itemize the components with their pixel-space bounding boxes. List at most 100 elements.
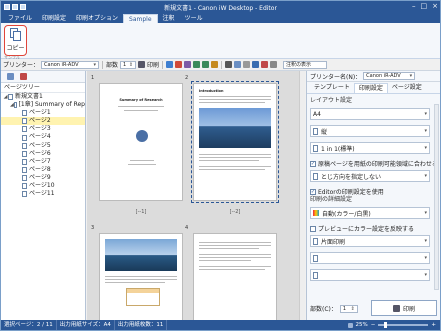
annotation-view-button[interactable]: 注釈の表示 — [283, 60, 328, 69]
tree-item-label: ページ3 — [29, 125, 51, 133]
layout-icon[interactable] — [261, 61, 269, 68]
copy-button[interactable]: コピー — [4, 25, 27, 56]
quick-save-icon[interactable] — [4, 4, 10, 10]
page-thumbnail-2[interactable]: Introduction — [191, 81, 279, 203]
maximize-button[interactable]: □ — [421, 2, 428, 10]
vertical-scrollbar[interactable] — [299, 71, 305, 320]
ribbon-tab[interactable]: 印刷オプション — [71, 14, 123, 23]
ribbon-tab[interactable]: 注釈 — [158, 14, 180, 23]
ribbon-tab[interactable]: ファイル — [3, 14, 38, 23]
page-caption: [--1] — [135, 209, 147, 215]
tree-item[interactable]: ページ2 — [1, 117, 85, 126]
copies-input[interactable]: 1 ⇕ — [339, 304, 358, 313]
rotate-icon[interactable] — [184, 61, 192, 68]
printer-select[interactable]: Canon iR-ADV ▾ — [41, 60, 100, 69]
paper-size-value: A4 — [313, 110, 321, 118]
finishing-select[interactable]: ▾ — [310, 269, 430, 281]
print-button[interactable]: 印刷 — [371, 300, 437, 316]
tree-item[interactable]: ページ3 — [1, 125, 85, 133]
page-thumbnail-3[interactable] — [99, 233, 183, 320]
zoom-slider[interactable] — [378, 322, 429, 328]
zoom-out-icon[interactable]: − — [371, 322, 376, 328]
page-number: 2 — [185, 75, 189, 81]
tree-item[interactable]: ◢ [1章] Summary of Rep — [1, 101, 85, 109]
print-icon[interactable] — [138, 61, 146, 68]
fit-page-icon[interactable] — [347, 322, 353, 328]
printer-name-select[interactable]: Canon iR-ADV ▾ — [363, 72, 416, 80]
title-bar: 新規文書1 - Canon iW Desktop - Editor – □ × — [1, 1, 440, 13]
page-2-title: Introduction — [199, 89, 224, 93]
paste-icon[interactable] — [234, 61, 242, 68]
staple-select[interactable]: ▾ — [310, 252, 430, 264]
tree-item[interactable]: ページ11 — [1, 190, 85, 198]
ribbon-tab[interactable]: ツール — [180, 14, 208, 23]
preview-color-checkbox[interactable]: プレビューにカラー設定を反映する — [310, 224, 414, 233]
bookmark-tab-icon[interactable] — [20, 73, 27, 80]
tree-item-label: ページ4 — [29, 133, 51, 141]
printer-select-value: Canon iR-ADV — [44, 61, 79, 68]
page-icon — [22, 183, 27, 190]
page-thumbnail-4[interactable] — [193, 233, 277, 320]
quick-undo-icon[interactable] — [20, 4, 26, 10]
settings-tab[interactable]: ページ設定 — [388, 83, 426, 93]
tree-item[interactable]: ページ5 — [1, 142, 85, 150]
print-settings-panel: プリンター名(N)： Canon iR-ADV ▾ テンプレート 印刷設定 ページ設定… — [306, 71, 440, 320]
tree-item[interactable]: ページ7 — [1, 158, 85, 166]
quick-access-toolbar — [1, 4, 26, 10]
tree-item-label: ページ6 — [29, 149, 51, 157]
binding-select[interactable]: とじ方向を指定しない ▾ — [310, 170, 430, 182]
tree-item[interactable]: ページ4 — [1, 133, 85, 141]
tree-item[interactable]: ページ6 — [1, 150, 85, 158]
fit-checkbox-box[interactable]: ✓ — [310, 160, 316, 167]
tree-tab-icon[interactable] — [7, 73, 14, 80]
color-mode-select[interactable]: 自動(カラー/白黒) ▾ — [310, 207, 430, 219]
print-label[interactable]: 印刷 — [147, 60, 159, 69]
tree-item[interactable]: ◢ 新規文書1 — [1, 93, 85, 101]
page-1-title: Summary of Research — [119, 98, 163, 102]
preview-checkbox-box[interactable] — [310, 225, 316, 232]
page-number: 3 — [91, 225, 95, 231]
ribbon-tab[interactable]: Sample — [123, 14, 158, 23]
copies-input-value: 1 — [342, 305, 347, 312]
display-icon[interactable] — [270, 61, 278, 68]
tree-item-label: ページ9 — [29, 173, 51, 181]
copies-field[interactable]: 1 ⇕ — [120, 60, 137, 69]
settings-tab[interactable]: 印刷設定 — [353, 83, 388, 93]
pages-per-sheet-value: 1 in 1(標準) — [321, 145, 355, 153]
delete-page-icon[interactable] — [175, 61, 183, 68]
status-sheet-count: 出力用紙枚数：11 — [115, 320, 168, 330]
view-icon[interactable] — [252, 61, 260, 68]
pages-per-sheet-select[interactable]: 1 in 1(標準) ▾ — [310, 142, 430, 154]
undo-icon[interactable] — [193, 61, 201, 68]
tree-item[interactable]: ページ9 — [1, 174, 85, 182]
page-icon — [22, 158, 27, 165]
minimize-button[interactable]: – — [412, 2, 416, 10]
zoom-in-icon[interactable]: + — [431, 322, 436, 328]
color-mode-value: 自動(カラー/白黒) — [322, 210, 371, 218]
page-thumbnail-1[interactable]: Summary of Research — [99, 83, 183, 201]
settings-tab[interactable]: テンプレート — [310, 83, 354, 93]
tree-item[interactable]: ページ1 — [1, 109, 85, 117]
settings-icon[interactable] — [211, 61, 219, 68]
settings-scrollbar[interactable] — [434, 104, 439, 290]
annotation-view-label: 注釈の表示 — [286, 62, 312, 68]
quick-print-icon[interactable] — [12, 4, 18, 10]
bridge-photo — [105, 239, 177, 271]
tree-item[interactable]: ページ10 — [1, 182, 85, 190]
tree-item-label: ページ5 — [29, 141, 51, 149]
ribbon-tab[interactable]: 印刷設定 — [37, 14, 71, 23]
paper-size-select[interactable]: A4 ▾ — [310, 108, 430, 120]
orientation-select[interactable]: 縦 ▾ — [310, 125, 430, 137]
duplex-select[interactable]: 片面印刷 ▾ — [310, 235, 430, 247]
close-button[interactable]: × — [432, 2, 438, 10]
redo-icon[interactable] — [202, 61, 210, 68]
tree-item[interactable]: ページ8 — [1, 166, 85, 174]
fit-to-paper-checkbox[interactable]: ✓ 原稿ページを用紙の印刷可能領域に合わせる — [310, 159, 438, 168]
clear-icon[interactable] — [243, 61, 251, 68]
cut-icon[interactable] — [225, 61, 233, 68]
page-caption: [--2] — [229, 209, 241, 215]
duplex-value: 片面印刷 — [321, 238, 346, 246]
insert-page-icon[interactable] — [166, 61, 174, 68]
settings-tabs: テンプレート 印刷設定 ページ設定 — [307, 82, 440, 94]
editor-checkbox-box[interactable]: ✓ — [310, 188, 316, 195]
